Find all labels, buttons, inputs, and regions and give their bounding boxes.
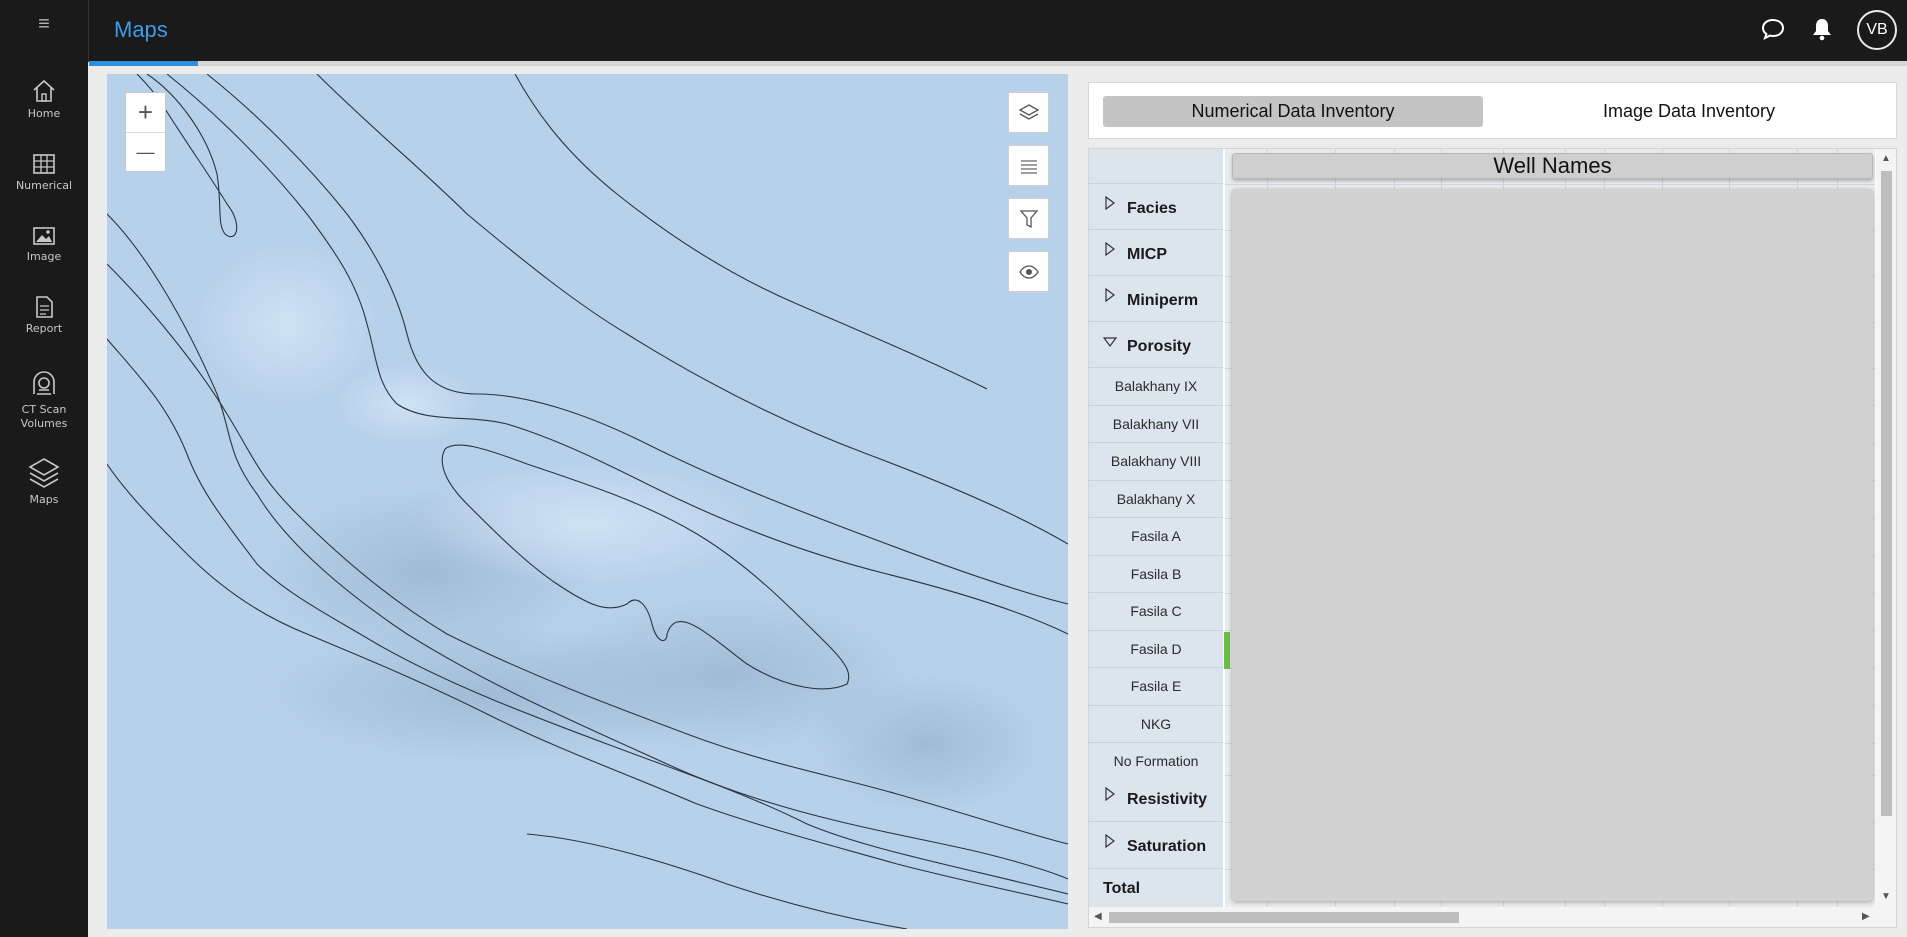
avatar[interactable]: VB — [1857, 10, 1897, 50]
row-group-label: Saturation — [1127, 838, 1207, 855]
row-item-fasila-e[interactable]: Fasila E — [1089, 668, 1223, 706]
sidebar-item-image[interactable]: Image — [0, 225, 88, 264]
scroll-left-icon[interactable]: ◀ — [1094, 911, 1102, 922]
tab-image-data-inventory[interactable]: Image Data Inventory — [1493, 96, 1885, 127]
sidebar-item-label: CT Scan Volumes — [20, 403, 68, 430]
filter-button[interactable] — [1008, 198, 1049, 239]
row-item-label: No Formation — [1113, 753, 1199, 769]
inventory-tabs: Numerical Data Inventory Image Data Inve… — [1088, 82, 1897, 139]
page-progress-bar — [89, 61, 1907, 66]
eye-icon — [1018, 264, 1039, 279]
row-item-fasila-d[interactable]: Fasila D — [1089, 630, 1223, 668]
horizontal-scrollbar-thumb[interactable] — [1109, 912, 1459, 923]
row-item-balakhany-ix[interactable]: Balakhany IX — [1089, 368, 1223, 406]
row-item-label: Fasila D — [1130, 640, 1182, 657]
row-header-column: Facies MICP Miniperm Porosity Balakhany … — [1089, 149, 1223, 908]
row-item-balakhany-vii[interactable]: Balakhany VII — [1089, 405, 1223, 443]
caret-right-icon — [1105, 834, 1115, 848]
visibility-button[interactable] — [1008, 251, 1049, 292]
zoom-out-button[interactable]: — — [126, 132, 165, 171]
scroll-right-icon[interactable]: ▶ — [1862, 911, 1870, 922]
row-item-fasila-a[interactable]: Fasila A — [1089, 518, 1223, 556]
sidebar-item-label: Image — [26, 250, 62, 263]
row-item-label: Fasila E — [1130, 678, 1182, 694]
row-group-label: Porosity — [1127, 338, 1192, 355]
caret-right-icon — [1105, 288, 1115, 302]
layers-icon — [1018, 103, 1039, 120]
image-icon — [33, 227, 55, 245]
row-item-balakhany-x[interactable]: Balakhany X — [1089, 480, 1223, 518]
inventory-grid: Facies MICP Miniperm Porosity Balakhany … — [1088, 148, 1897, 928]
sidebar-item-maps[interactable]: Maps — [0, 456, 88, 507]
row-group-label: Miniperm — [1127, 292, 1199, 309]
row-total: Total — [1089, 869, 1223, 908]
horizontal-scrollbar[interactable]: ◀ ▶ — [1089, 907, 1896, 927]
row-item-label: Balakhany X — [1116, 490, 1196, 507]
grid-row-line — [1225, 184, 1875, 185]
row-item-label: Fasila B — [1130, 565, 1182, 582]
hamburger-icon[interactable]: ≡ — [0, 14, 88, 34]
filter-icon — [1019, 209, 1038, 228]
topbar: Maps VB — [88, 0, 1907, 66]
row-item-label: Balakhany VIII — [1110, 453, 1202, 469]
legend-button[interactable] — [1008, 145, 1049, 186]
row-item-nkg[interactable]: NKG — [1089, 705, 1223, 743]
sidebar-item-label: Home — [27, 107, 61, 120]
row-item-label: Fasila C — [1130, 603, 1182, 619]
contour-lines — [107, 74, 1068, 929]
sidebar-item-label: Maps — [29, 493, 59, 506]
sidebar-item-label: Numerical — [15, 179, 73, 192]
report-icon — [36, 296, 53, 318]
page-progress-fill — [89, 61, 199, 66]
bell-icon[interactable] — [1809, 16, 1835, 42]
row-item-label: Fasila A — [1131, 528, 1181, 544]
row-group-facies[interactable]: Facies — [1089, 184, 1223, 230]
ct-scan-icon — [33, 371, 55, 395]
row-group-label: Resistivity — [1127, 791, 1208, 808]
zoom-control: + — — [125, 92, 166, 172]
map-view[interactable]: + — — [107, 74, 1068, 929]
vertical-scrollbar-thumb[interactable] — [1881, 171, 1892, 816]
row-highlight-marker — [1224, 632, 1230, 669]
caret-down-icon — [1103, 337, 1117, 347]
layers-icon — [28, 458, 60, 488]
caret-right-icon — [1105, 787, 1115, 801]
row-item-label: Balakhany IX — [1114, 378, 1198, 394]
tab-numerical-data-inventory[interactable]: Numerical Data Inventory — [1103, 96, 1483, 127]
row-item-label: Balakhany VII — [1112, 415, 1200, 432]
caret-right-icon — [1105, 242, 1115, 256]
row-group-miniperm[interactable]: Miniperm — [1089, 276, 1223, 322]
scroll-down-icon[interactable]: ▼ — [1881, 891, 1891, 902]
table-icon — [33, 154, 55, 174]
scroll-up-icon[interactable]: ▲ — [1881, 153, 1891, 164]
chat-icon[interactable] — [1760, 16, 1786, 42]
row-item-label: NKG — [1140, 715, 1172, 732]
sidebar-item-ct-scan-volumes[interactable]: CT Scan Volumes — [0, 368, 88, 431]
total-label: Total — [1103, 880, 1141, 897]
vertical-scrollbar[interactable]: ▲ ▼ — [1876, 149, 1896, 908]
sidebar-item-label: Report — [25, 322, 63, 335]
loading-overlay — [1232, 189, 1873, 901]
row-group-resistivity[interactable]: Resistivity — [1089, 775, 1223, 822]
row-group-saturation[interactable]: Saturation — [1089, 822, 1223, 869]
row-group-porosity[interactable]: Porosity — [1089, 322, 1223, 368]
layers-button[interactable] — [1008, 92, 1049, 133]
row-group-label: Facies — [1127, 200, 1177, 217]
zoom-in-button[interactable]: + — [126, 93, 165, 132]
caret-right-icon — [1105, 196, 1115, 210]
row-item-fasila-b[interactable]: Fasila B — [1089, 555, 1223, 593]
page-title: Maps — [114, 17, 168, 42]
home-icon — [33, 79, 55, 102]
sidebar-item-report[interactable]: Report — [0, 295, 88, 336]
row-item-fasila-c[interactable]: Fasila C — [1089, 593, 1223, 631]
sidebar-item-home[interactable]: Home — [0, 78, 88, 121]
row-group-label: MICP — [1127, 246, 1167, 263]
row-group-micp[interactable]: MICP — [1089, 230, 1223, 276]
sidebar: ≡ Home Numerical Image Report CT Scan Vo… — [0, 0, 88, 937]
sidebar-item-numerical[interactable]: Numerical — [0, 152, 88, 193]
list-icon — [1020, 159, 1037, 174]
row-item-balakhany-viii[interactable]: Balakhany VIII — [1089, 443, 1223, 481]
row-header-corner — [1089, 149, 1223, 184]
well-names-header: Well Names — [1232, 153, 1873, 179]
